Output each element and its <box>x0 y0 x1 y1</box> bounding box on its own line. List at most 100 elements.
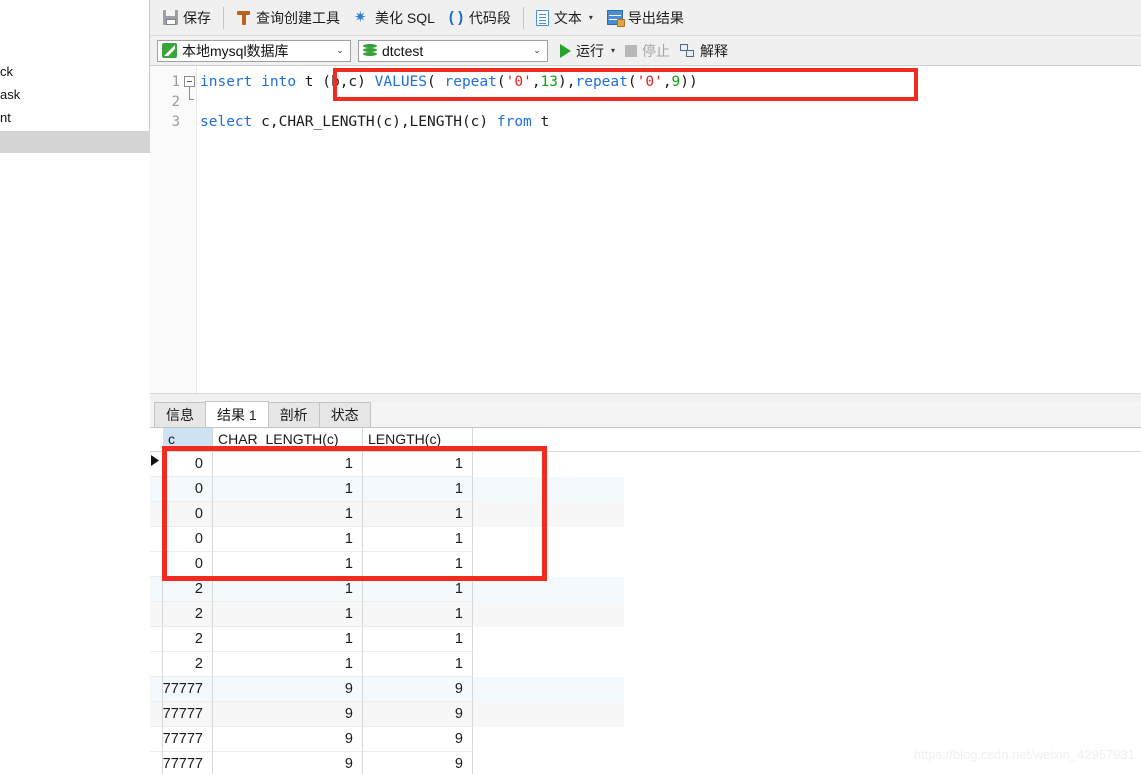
table-cell[interactable]: 2 <box>163 577 213 602</box>
table-cell[interactable]: 1 <box>213 652 363 677</box>
table-cell[interactable]: 1 <box>213 577 363 602</box>
table-cell[interactable]: 0 <box>163 477 213 502</box>
table-cell[interactable]: 9 <box>363 677 473 702</box>
database-select[interactable]: dtctest ⌄ <box>358 39 548 62</box>
table-cell[interactable]: 9 <box>213 702 363 727</box>
table-row[interactable]: 011 <box>150 527 624 552</box>
query-builder-button[interactable]: 查询创建工具 <box>229 5 347 31</box>
row-gutter-cell[interactable] <box>150 552 163 577</box>
row-gutter-cell[interactable] <box>150 727 163 752</box>
row-gutter-cell[interactable] <box>150 577 163 602</box>
table-cell[interactable]: 77777 <box>163 677 213 702</box>
table-cell[interactable]: 1 <box>363 527 473 552</box>
row-gutter-cell[interactable] <box>150 752 163 774</box>
chevron-down-icon[interactable]: ⌄ <box>332 45 348 56</box>
table-cell[interactable]: 1 <box>363 477 473 502</box>
table-cell[interactable]: 9 <box>213 677 363 702</box>
table-cell[interactable]: 1 <box>213 527 363 552</box>
watermark-text: https://blog.csdn.net/weixin_42957931 <box>913 747 1135 762</box>
table-row[interactable]: 77777 9 9 <box>150 727 624 752</box>
save-button-label: 保存 <box>183 9 211 26</box>
table-cell[interactable]: 1 <box>363 502 473 527</box>
row-gutter-cell[interactable] <box>150 677 163 702</box>
table-row[interactable]: 211 <box>150 602 624 627</box>
table-row[interactable]: 011 <box>150 477 624 502</box>
table-cell[interactable]: 1 <box>213 602 363 627</box>
table-row[interactable]: 211 <box>150 577 624 602</box>
code-line-1[interactable]: insert into t (b,c) VALUES( repeat('0',1… <box>200 72 698 92</box>
tab-status[interactable]: 状态 <box>318 402 371 427</box>
chevron-down-icon[interactable]: ⌄ <box>529 45 545 56</box>
table-row[interactable]: 011 <box>150 552 624 577</box>
column-header-c[interactable]: c <box>163 428 213 451</box>
table-row[interactable]: 211 <box>150 652 624 677</box>
table-cell[interactable]: 1 <box>213 552 363 577</box>
table-cell[interactable]: 1 <box>363 652 473 677</box>
tab-profile[interactable]: 剖析 <box>267 402 320 427</box>
run-chevron-down-icon[interactable]: ▾ <box>611 46 615 55</box>
sidebar-item-fragment[interactable]: nt <box>0 106 150 129</box>
table-row[interactable]: 77777 9 9 <box>150 752 624 774</box>
row-gutter-cell[interactable] <box>150 702 163 727</box>
code-line-3[interactable]: select c,CHAR_LENGTH(c),LENGTH(c) from t <box>200 112 549 132</box>
export-result-button[interactable]: 导出结果 <box>600 5 691 31</box>
code-token: , <box>662 74 672 90</box>
fold-toggle-icon[interactable] <box>184 76 195 87</box>
tab-result1[interactable]: 结果 1 <box>205 401 269 427</box>
table-cell[interactable]: 77777 <box>163 752 213 774</box>
table-cell[interactable]: 1 <box>213 452 363 477</box>
result-grid[interactable]: c CHAR_LENGTH(c) LENGTH(c) 0110110110110… <box>150 428 1141 774</box>
column-header-length[interactable]: LENGTH(c) <box>363 428 473 451</box>
table-cell[interactable]: 1 <box>213 627 363 652</box>
sidebar-selected-band[interactable] <box>0 131 150 153</box>
table-cell[interactable]: 9 <box>363 752 473 774</box>
table-row[interactable]: 211 <box>150 627 624 652</box>
row-gutter-cell[interactable] <box>150 627 163 652</box>
table-cell[interactable]: 77777 <box>163 727 213 752</box>
sidebar-item-fragment[interactable]: ck <box>0 60 150 83</box>
table-cell[interactable]: 9 <box>363 727 473 752</box>
table-row[interactable]: 011 <box>150 452 624 477</box>
editor-results-splitter[interactable] <box>150 393 1141 402</box>
connection-select[interactable]: 本地mysql数据库 ⌄ <box>157 39 351 62</box>
table-row[interactable]: 77777 9 9 <box>150 702 624 727</box>
table-cell[interactable]: 1 <box>363 552 473 577</box>
table-cell[interactable]: 1 <box>213 477 363 502</box>
code-token: select <box>200 114 253 130</box>
table-cell[interactable]: 0 <box>163 527 213 552</box>
column-header-char-length[interactable]: CHAR_LENGTH(c) <box>213 428 363 451</box>
explain-button[interactable]: 解释 <box>675 39 733 63</box>
table-cell[interactable]: 9 <box>363 702 473 727</box>
left-sidebar-panel: ck ask nt <box>0 0 150 774</box>
chevron-down-icon[interactable]: ▾ <box>589 13 593 22</box>
table-cell[interactable]: 77777 <box>163 702 213 727</box>
table-cell[interactable]: 1 <box>213 502 363 527</box>
table-cell[interactable]: 1 <box>363 627 473 652</box>
run-button[interactable]: 运行 ▾ <box>555 39 620 63</box>
table-cell[interactable]: 0 <box>163 502 213 527</box>
text-format-button[interactable]: 文本 ▾ <box>529 5 600 31</box>
table-row[interactable]: 77777 9 9 <box>150 677 624 702</box>
table-cell[interactable]: 1 <box>363 577 473 602</box>
table-cell[interactable]: 0 <box>163 552 213 577</box>
table-cell[interactable]: 2 <box>163 652 213 677</box>
table-cell[interactable]: 9 <box>213 752 363 774</box>
table-cell[interactable]: 1 <box>363 602 473 627</box>
sidebar-item-fragment[interactable]: ask <box>0 83 150 106</box>
row-gutter-cell[interactable] <box>150 652 163 677</box>
save-button[interactable]: 保存 <box>156 5 218 31</box>
code-snippet-button[interactable]: ( ) 代码段 <box>442 5 518 31</box>
table-cell[interactable]: 0 <box>163 452 213 477</box>
row-gutter-cell[interactable] <box>150 477 163 502</box>
table-cell[interactable]: 9 <box>213 727 363 752</box>
table-cell[interactable]: 1 <box>363 452 473 477</box>
tab-info[interactable]: 信息 <box>154 402 206 427</box>
sql-editor[interactable]: 1 2 3 insert into t (b,c) VALUES( repeat… <box>150 66 1141 393</box>
table-cell[interactable]: 2 <box>163 602 213 627</box>
table-cell[interactable]: 2 <box>163 627 213 652</box>
row-gutter-cell[interactable] <box>150 502 163 527</box>
row-gutter-cell[interactable] <box>150 527 163 552</box>
table-row[interactable]: 011 <box>150 502 624 527</box>
beautify-sql-button[interactable]: ✷ 美化 SQL <box>347 5 442 31</box>
row-gutter-cell[interactable] <box>150 602 163 627</box>
